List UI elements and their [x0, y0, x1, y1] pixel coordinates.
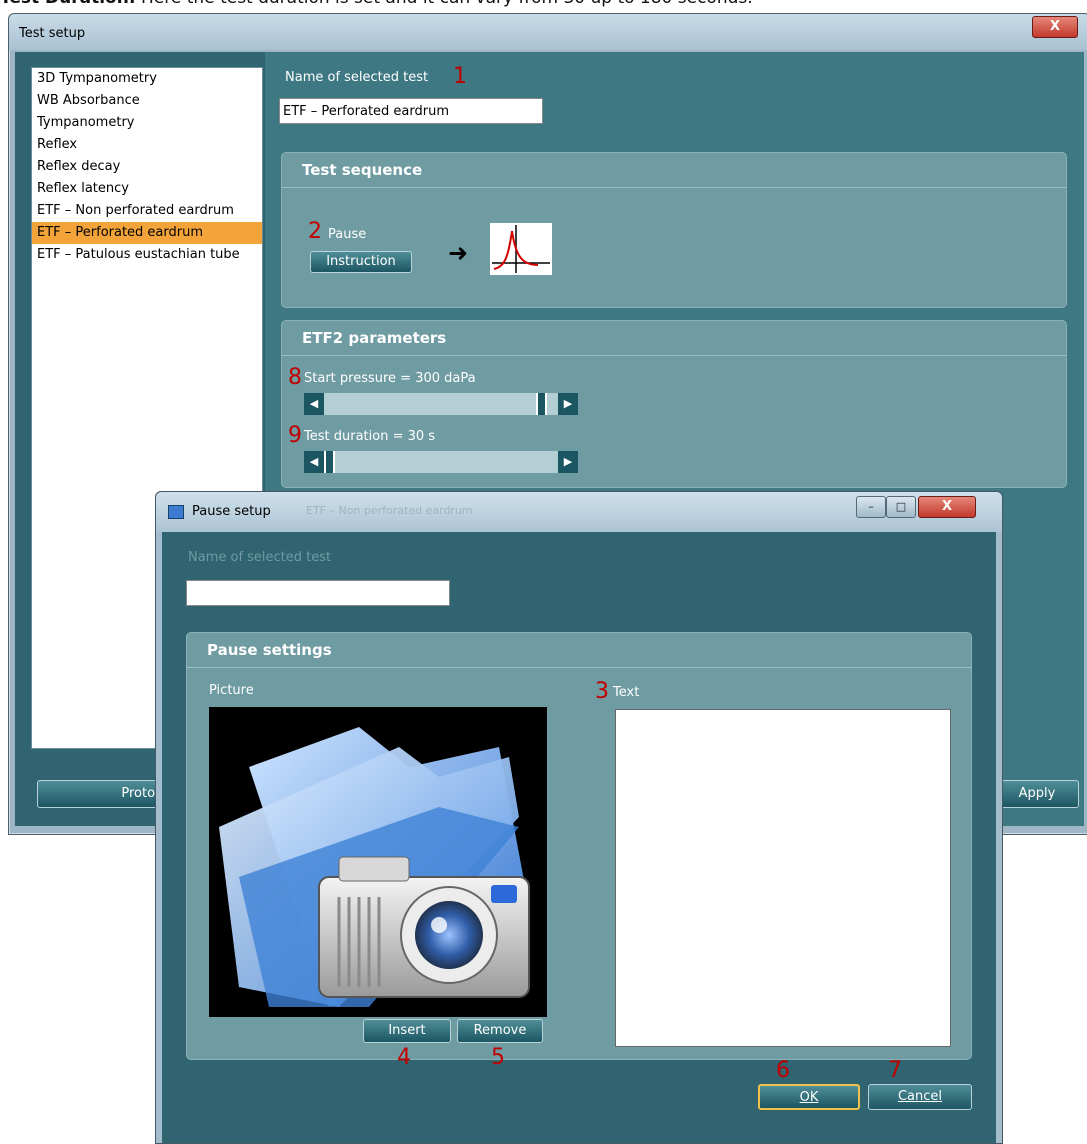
marker-8: 8	[288, 365, 302, 390]
marker-4: 4	[397, 1045, 411, 1070]
pause-setup-titlebar: Pause setup ETF – Non perforated eardrum…	[156, 492, 1002, 532]
test-list-item[interactable]: WB Absorbance	[32, 90, 262, 112]
pause-setup-title: Pause setup	[192, 504, 271, 519]
chevron-left-icon[interactable]: ◀	[304, 451, 324, 473]
marker-7: 7	[888, 1058, 902, 1083]
etf2-parameters-panel: ETF2 parameters 8 Start pressure = 300 d…	[281, 320, 1067, 488]
close-icon[interactable]: X	[918, 496, 976, 518]
test-setup-titlebar: Test setup X	[9, 14, 1087, 50]
test-list-item[interactable]: ETF – Non perforated eardrum	[32, 200, 262, 222]
test-sequence-header: Test sequence	[282, 153, 1066, 188]
test-list-item[interactable]: ETF – Patulous eustachian tube	[32, 244, 262, 266]
arrow-right-icon: ➜	[448, 239, 469, 267]
chevron-left-icon[interactable]: ◀	[304, 393, 324, 415]
slider-thumb[interactable]	[535, 393, 547, 415]
caption-bold: Test Duration:	[0, 0, 136, 8]
pause-settings-header: Pause settings	[187, 633, 971, 668]
remove-button[interactable]: Remove	[457, 1019, 543, 1043]
pause-settings-panel: Pause settings Picture 3 Text Insert Rem…	[186, 632, 972, 1069]
test-list-item[interactable]: Reflex decay	[32, 156, 262, 178]
caption-text: Test Duration: Here the test duration is…	[0, 0, 1087, 10]
marker-6: 6	[776, 1058, 790, 1083]
marker-3: 3	[595, 679, 609, 704]
start-pressure-slider[interactable]: ◀ ▶	[304, 393, 578, 415]
marker-5: 5	[491, 1045, 505, 1070]
test-list-item[interactable]: Reflex	[32, 134, 262, 156]
cancel-button[interactable]: Cancel	[868, 1084, 972, 1110]
marker-1: 1	[453, 64, 467, 89]
pause-name-label: Name of selected test	[188, 550, 332, 565]
test-duration-slider[interactable]: ◀ ▶	[304, 451, 578, 473]
pause-picture	[209, 707, 547, 1017]
marker-2: 2	[308, 219, 322, 244]
slider-thumb[interactable]	[324, 451, 335, 473]
minimize-icon[interactable]: –	[856, 496, 886, 518]
test-list-item[interactable]: 3D Tympanometry	[32, 68, 262, 90]
chevron-right-icon[interactable]: ▶	[558, 393, 578, 415]
instruction-button[interactable]: Instruction	[310, 251, 412, 273]
pause-setup-client: Name of selected test Pause settings Pic…	[162, 532, 996, 1143]
background-window-title: ETF – Non perforated eardrum	[306, 504, 473, 517]
test-duration-label: Test duration = 30 s	[304, 429, 436, 444]
chevron-right-icon[interactable]: ▶	[558, 451, 578, 473]
apply-button[interactable]: Apply	[995, 780, 1079, 808]
ok-button[interactable]: OK	[758, 1084, 860, 1110]
pause-test-name-field[interactable]	[186, 580, 450, 606]
test-list-item[interactable]: Reflex latency	[32, 178, 262, 200]
test-name-field[interactable]: ETF – Perforated eardrum	[279, 98, 543, 124]
marker-9: 9	[288, 423, 302, 448]
pause-setup-dialog: Pause setup ETF – Non perforated eardrum…	[155, 491, 1003, 1144]
test-setup-title: Test setup	[19, 26, 86, 41]
test-sequence-panel: Test sequence 2 Pause Instruction ➜	[281, 152, 1067, 308]
caption-rest: Here the test duration is set and it can…	[136, 0, 753, 8]
etf2-parameters-header: ETF2 parameters	[282, 321, 1066, 356]
folder-camera-icon	[219, 727, 530, 1007]
name-of-test-label: Name of selected test	[285, 70, 429, 85]
start-pressure-label: Start pressure = 300 daPa	[304, 371, 476, 386]
close-icon[interactable]: X	[1032, 16, 1078, 38]
pause-text-area[interactable]	[615, 709, 951, 1047]
picture-label: Picture	[209, 683, 254, 698]
text-label: Text	[613, 685, 640, 700]
test-list-item[interactable]: Tympanometry	[32, 112, 262, 134]
etf-graph-icon[interactable]	[490, 223, 552, 275]
pause-label: Pause	[328, 227, 367, 242]
insert-button[interactable]: Insert	[363, 1019, 451, 1043]
window-icon	[168, 505, 184, 519]
test-list-item[interactable]: ETF – Perforated eardrum	[32, 222, 262, 244]
maximize-icon[interactable]: □	[886, 496, 916, 518]
